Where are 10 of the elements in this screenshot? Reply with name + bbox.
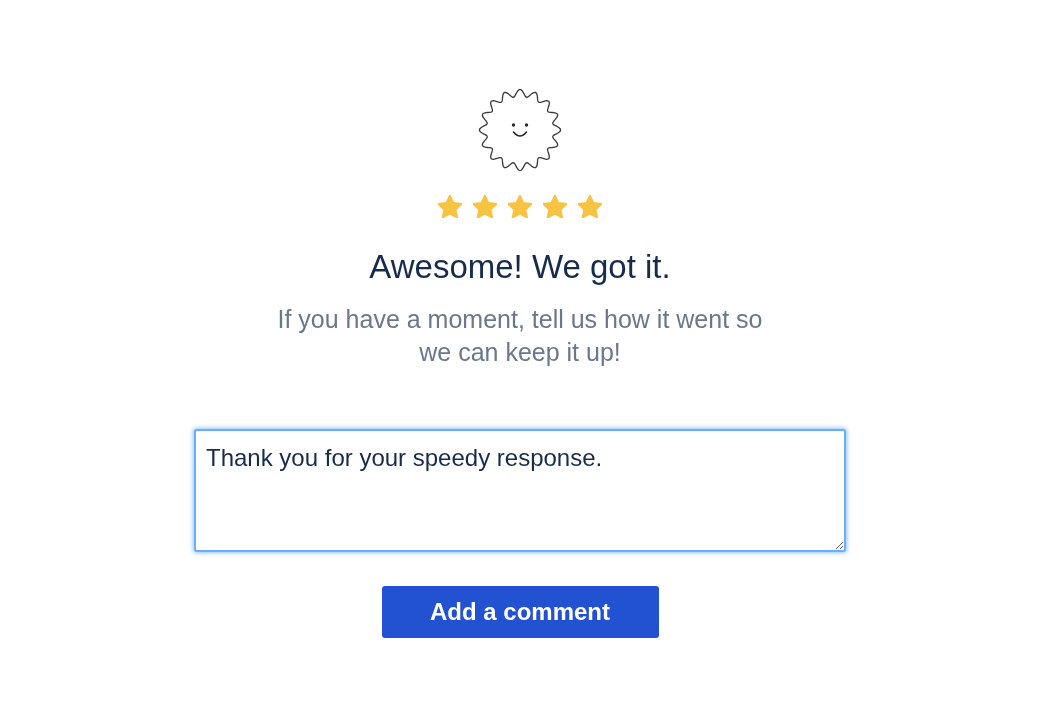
- star-icon: [473, 195, 497, 218]
- add-comment-button[interactable]: Add a comment: [381, 586, 659, 638]
- star-icon: [578, 195, 602, 218]
- star-icon: [543, 195, 567, 218]
- star-icon: [438, 195, 462, 218]
- star-icon: [508, 195, 532, 218]
- smiling-badge-icon: [478, 88, 562, 172]
- feedback-prompt: If you have a moment, tell us how it went so we can keep it up!: [276, 304, 764, 368]
- confirmation-heading: Awesome! We got it.: [369, 247, 671, 287]
- comment-field[interactable]: Thank you for your speedy response.: [194, 429, 846, 552]
